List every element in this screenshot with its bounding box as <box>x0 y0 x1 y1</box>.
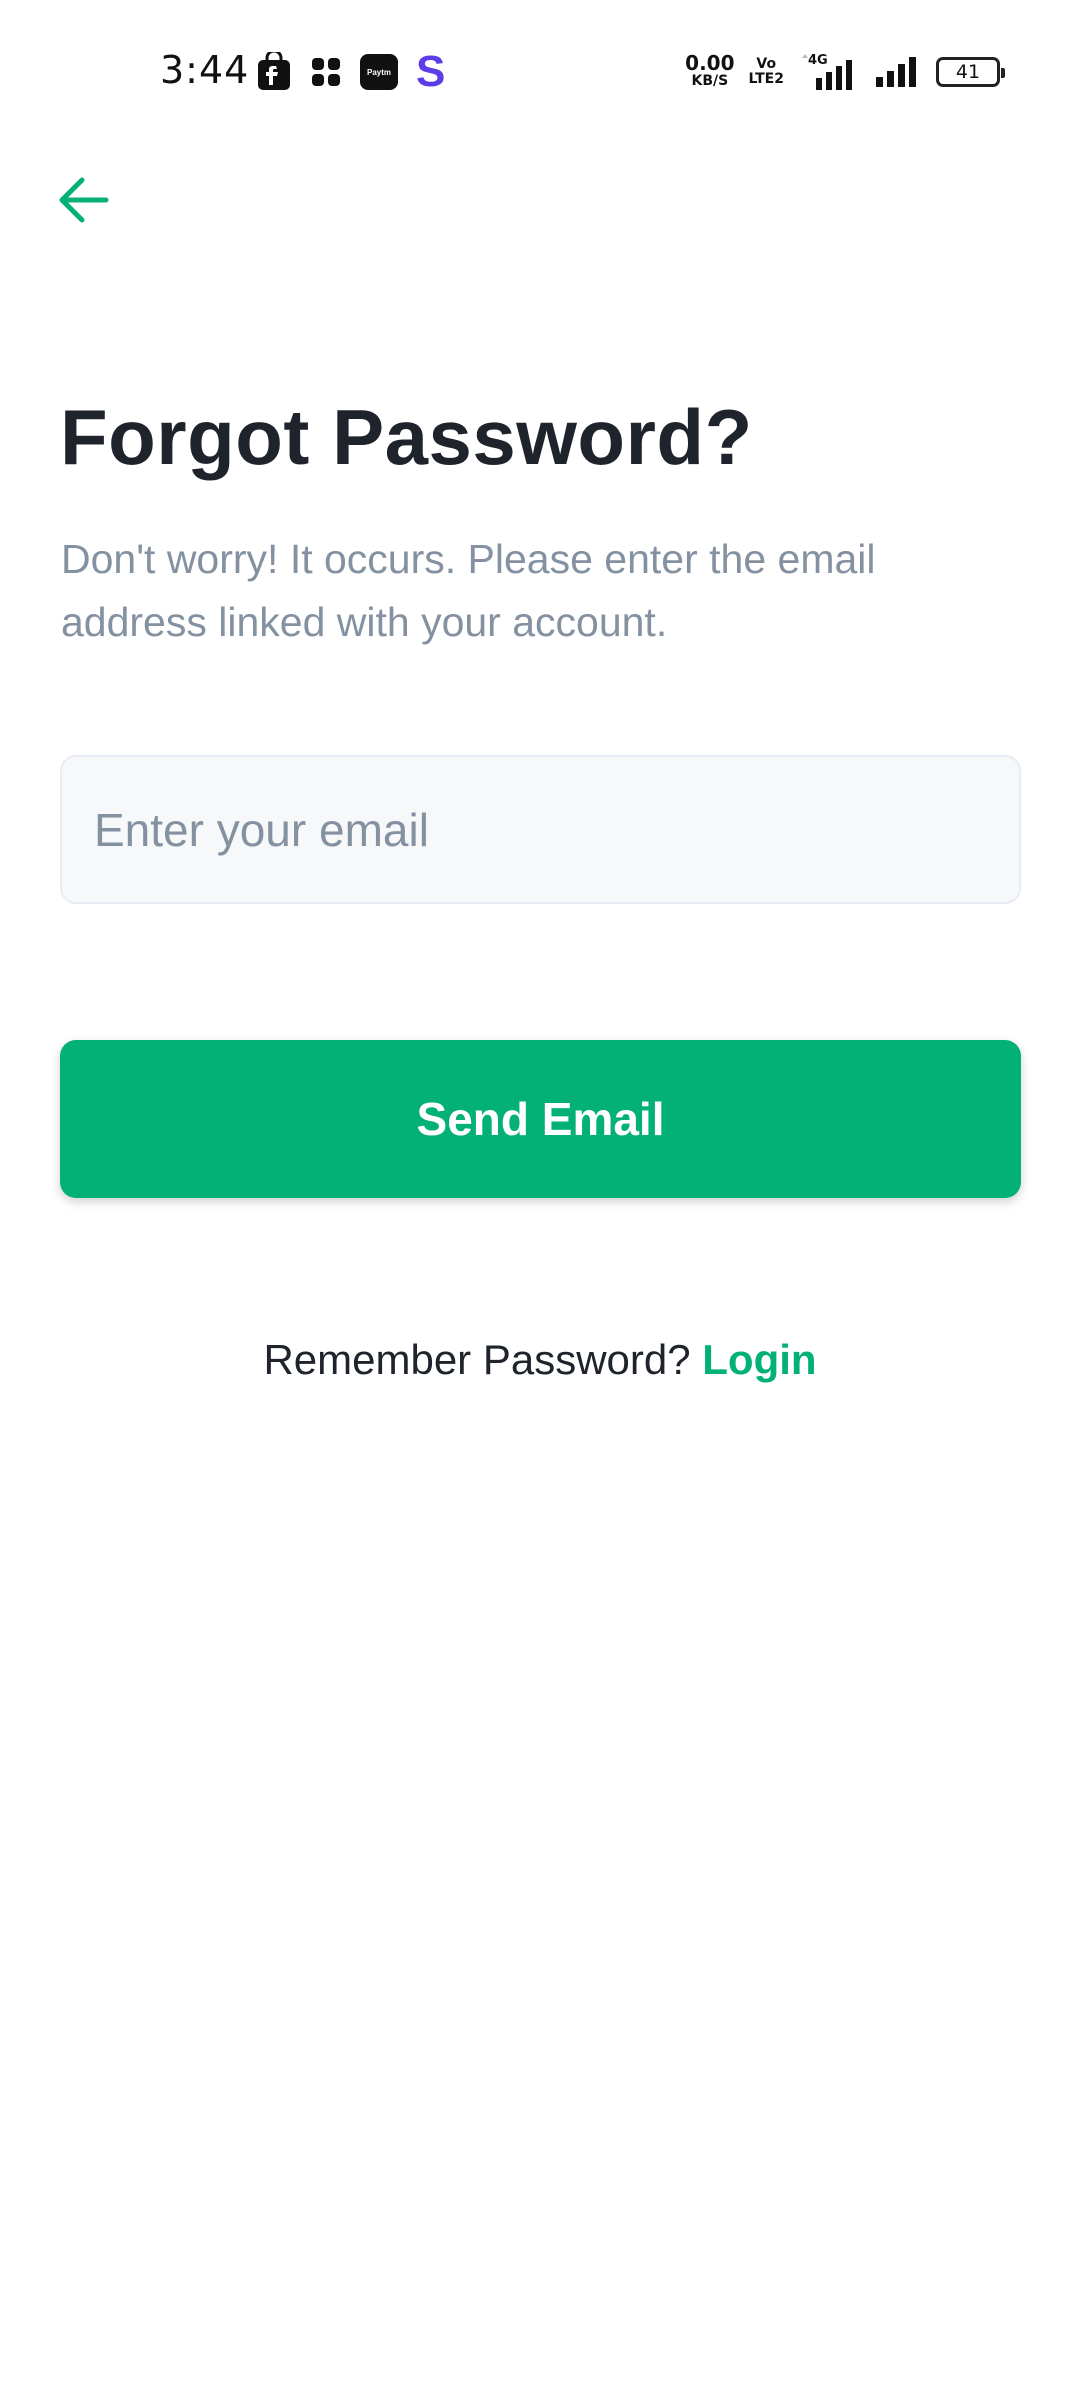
signal-strength-icon <box>874 55 922 89</box>
grid-apps-icon <box>310 56 342 88</box>
email-field[interactable] <box>60 755 1021 904</box>
system-status-icons: 0.00 KB/S Vo LTE2 4G 41 <box>685 50 1005 94</box>
send-email-button[interactable]: Send Email <box>60 1040 1021 1198</box>
battery-icon: 41 <box>936 57 1005 87</box>
volte-indicator: Vo LTE2 <box>748 56 784 87</box>
page-title: Forgot Password? <box>60 393 753 481</box>
network-speed: 0.00 KB/S <box>685 51 735 89</box>
status-bar: 3:44 Paytm S 0.00 KB/S Vo LTE2 4G 41 <box>0 0 1080 140</box>
page-subtitle: Don't worry! It occurs. Please enter the… <box>61 536 876 645</box>
notification-icons: Paytm S <box>256 47 463 96</box>
back-button[interactable] <box>52 168 116 232</box>
shopping-bag-notification-icon <box>256 52 292 92</box>
login-link[interactable]: Login <box>702 1336 816 1383</box>
arrow-left-icon <box>59 177 109 223</box>
status-time: 3:44 <box>160 48 250 92</box>
signal-4g-icon: 4G <box>800 52 860 92</box>
svg-text:4G: 4G <box>808 53 828 68</box>
remember-password-text: Remember Password? <box>263 1336 703 1383</box>
remember-password-row: Remember Password? Login <box>0 1336 1080 1384</box>
s-app-icon: S <box>416 47 446 96</box>
paytm-icon: Paytm <box>360 54 398 90</box>
forgot-password-screen: 3:44 Paytm S 0.00 KB/S Vo LTE2 4G 41 For… <box>0 0 1080 2400</box>
